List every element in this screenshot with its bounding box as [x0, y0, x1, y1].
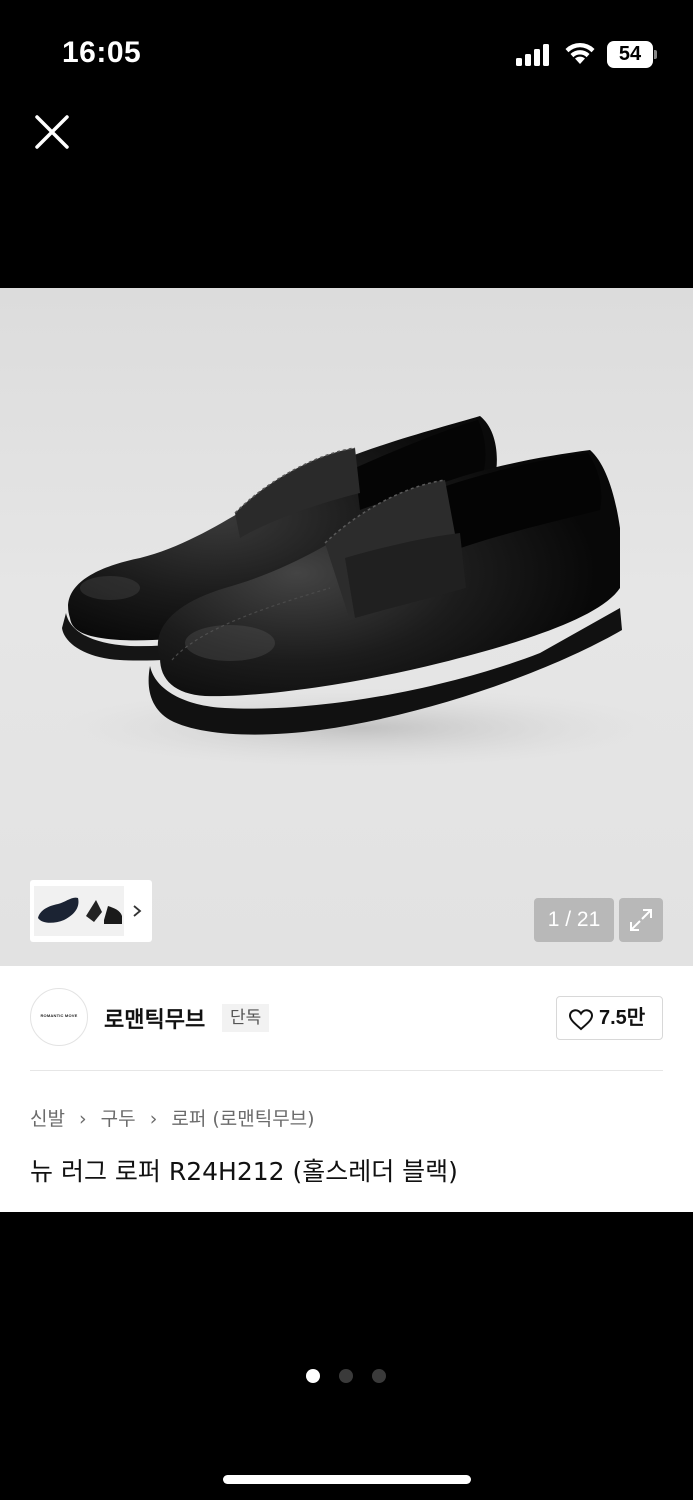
breadcrumb-item-shoes[interactable]: 신발	[30, 1108, 65, 1130]
exclusive-badge: 단독	[222, 1004, 270, 1032]
breadcrumb-item-dress-shoes[interactable]: 구두	[101, 1108, 136, 1130]
home-indicator[interactable]	[223, 1475, 471, 1484]
brand-logo-text: ROMANTIC MOVE	[40, 1013, 78, 1018]
expand-button[interactable]	[619, 898, 663, 942]
page-dot-3[interactable]	[372, 1369, 386, 1383]
status-bar: 16:05 54	[0, 0, 693, 110]
close-icon[interactable]	[30, 110, 74, 154]
page-indicator	[306, 1369, 388, 1383]
product-image[interactable]: 1 / 21	[0, 288, 693, 966]
battery-icon: 54	[607, 41, 657, 68]
brand-row: ROMANTIC MOVE 로맨틱무브 단독 7.5만	[0, 966, 693, 1070]
loafer-shoes-image	[60, 416, 660, 768]
page-dot-1[interactable]	[306, 1369, 320, 1383]
chevron-right-icon	[133, 905, 142, 917]
brand-name[interactable]: 로맨틱무브	[104, 1002, 205, 1034]
product-title: 뉴 러그 로퍼 R24H212 (홀스레더 블랙)	[30, 1157, 458, 1186]
thumbnail-shoes-icon	[38, 897, 122, 924]
chevron-right-icon: ›	[149, 1108, 158, 1130]
brand-logo[interactable]: ROMANTIC MOVE	[30, 988, 88, 1046]
cellular-signal-icon	[516, 44, 549, 66]
chevron-right-icon: ›	[79, 1108, 87, 1130]
thumbnail-preview	[34, 886, 124, 936]
like-count: 7.5만	[599, 1007, 646, 1029]
image-counter: 1 / 21	[534, 898, 614, 942]
thumbnail-strip[interactable]	[30, 880, 152, 942]
divider	[30, 1070, 663, 1071]
expand-icon	[630, 909, 652, 931]
product-info-panel: ROMANTIC MOVE 로맨틱무브 단독 7.5만 신발 › 구두 › 로퍼…	[0, 966, 693, 1212]
page-dot-2[interactable]	[339, 1369, 353, 1383]
breadcrumb: 신발 › 구두 › 로퍼 (로맨틱무브)	[30, 1104, 315, 1130]
battery-level: 54	[607, 41, 653, 68]
breadcrumb-item-loafer[interactable]: 로퍼 (로맨틱무브)	[171, 1108, 314, 1130]
like-button[interactable]: 7.5만	[556, 996, 663, 1040]
heart-icon	[569, 1009, 593, 1031]
wifi-icon	[565, 42, 595, 64]
status-time: 16:05	[62, 36, 142, 69]
